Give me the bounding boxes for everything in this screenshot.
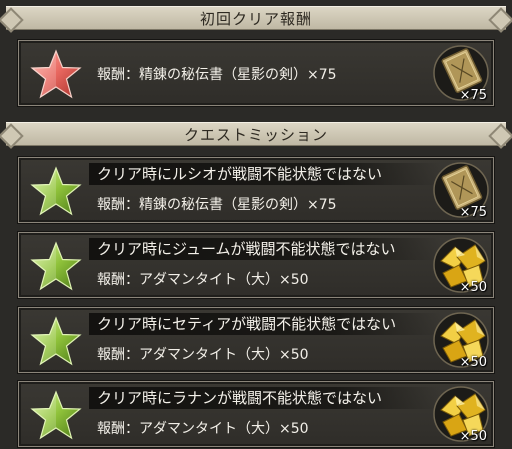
mission-condition: クリア時にラナンが戦闘不能状態ではない <box>89 387 441 409</box>
quest-mission-header-title: クエストミッション <box>183 125 328 144</box>
mission-reward-text: 報酬：アダマンタイト（大）×50 <box>97 347 309 363</box>
adamantite-icon[interactable]: ×50 <box>431 384 491 444</box>
quest-mission-header: クエストミッション <box>6 122 506 146</box>
adamantite-icon[interactable]: ×50 <box>431 235 491 295</box>
first-clear-item-quantity: ×75 <box>459 88 487 103</box>
green-star-icon <box>29 389 83 443</box>
green-star-icon <box>29 165 83 219</box>
quest-mission-row: クリア時にルシオが戦闘不能状態ではない 報酬：精錬の秘伝書（星影の剣）×75 ×… <box>18 157 494 223</box>
quest-mission-row: クリア時にラナンが戦闘不能状態ではない 報酬：アダマンタイト（大）×50 ×50 <box>18 381 494 447</box>
first-clear-header-title: 初回クリア報酬 <box>199 9 312 28</box>
quest-mission-row: クリア時にジュームが戦闘不能状態ではない 報酬：アダマンタイト（大）×50 ×5… <box>18 232 494 298</box>
green-star-icon <box>29 240 83 294</box>
mission-reward-text: 報酬：アダマンタイト（大）×50 <box>97 421 309 437</box>
mission-item-quantity: ×50 <box>459 429 487 444</box>
book-icon[interactable]: ×75 <box>431 160 491 220</box>
book-icon[interactable]: ×75 <box>431 43 491 103</box>
mission-condition: クリア時にセティアが戦闘不能状態ではない <box>89 313 441 335</box>
first-clear-reward-panel: 報酬：精錬の秘伝書（星影の剣）×75 ×75 <box>18 40 494 106</box>
mission-item-quantity: ×75 <box>459 205 487 220</box>
mission-reward-text: 報酬：アダマンタイト（大）×50 <box>97 272 309 288</box>
mission-condition: クリア時にジュームが戦闘不能状態ではない <box>89 238 441 260</box>
mission-condition: クリア時にルシオが戦闘不能状態ではない <box>89 163 441 185</box>
adamantite-icon[interactable]: ×50 <box>431 310 491 370</box>
quest-mission-row: クリア時にセティアが戦闘不能状態ではない 報酬：アダマンタイト（大）×50 ×5… <box>18 307 494 373</box>
mission-item-quantity: ×50 <box>459 280 487 295</box>
red-star-icon <box>29 48 83 102</box>
first-clear-reward-text: 報酬：精錬の秘伝書（星影の剣）×75 <box>97 67 337 83</box>
green-star-icon <box>29 315 83 369</box>
first-clear-header: 初回クリア報酬 <box>6 6 506 30</box>
mission-item-quantity: ×50 <box>459 355 487 370</box>
mission-reward-text: 報酬：精錬の秘伝書（星影の剣）×75 <box>97 197 337 213</box>
